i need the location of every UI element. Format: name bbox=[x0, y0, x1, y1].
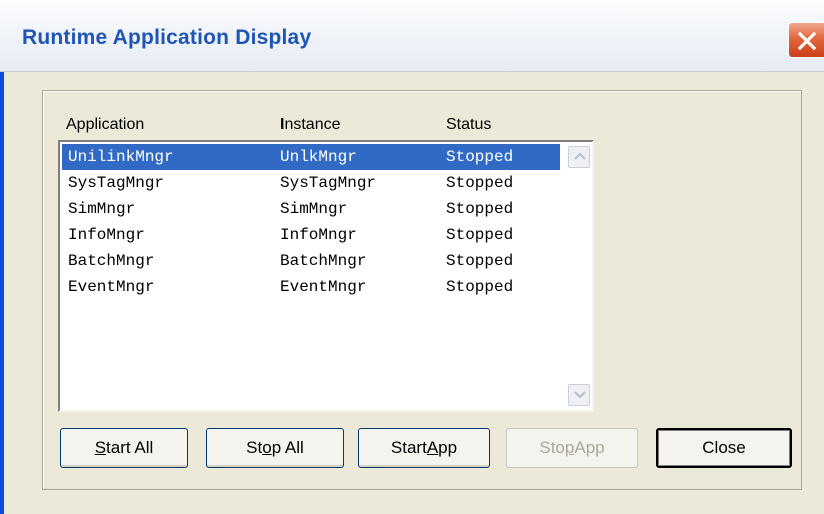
cell-application: BatchMngr bbox=[68, 252, 155, 270]
close-button[interactable]: Close bbox=[656, 428, 792, 468]
cell-application: SimMngr bbox=[68, 200, 136, 218]
stop-app-label-post: App bbox=[574, 438, 605, 457]
column-header-instance: Instance bbox=[280, 116, 341, 134]
close-icon[interactable] bbox=[788, 22, 824, 58]
start-app-mnemonic: A bbox=[426, 438, 439, 457]
cell-instance: InfoMngr bbox=[280, 226, 357, 244]
scroll-up-button[interactable] bbox=[568, 146, 590, 168]
start-app-label-post: pp bbox=[438, 438, 458, 457]
stop-all-mnemonic: o bbox=[262, 438, 272, 457]
cell-status: Stopped bbox=[446, 174, 514, 192]
cell-instance: SimMngr bbox=[280, 200, 348, 218]
stop-app-mnemonic: p bbox=[564, 438, 575, 457]
start-all-mnemonic: S bbox=[94, 438, 107, 457]
start-app-label-pre: Start bbox=[390, 438, 427, 457]
runtime-application-window: Runtime Application Display Application … bbox=[0, 0, 824, 514]
list-item[interactable]: EventMngr EventMngr Stopped bbox=[62, 274, 560, 300]
window-title: Runtime Application Display bbox=[22, 26, 312, 49]
list-item[interactable]: BatchMngr BatchMngr Stopped bbox=[62, 248, 560, 274]
cell-instance: SysTagMngr bbox=[280, 174, 377, 192]
start-app-button[interactable]: Start App bbox=[358, 428, 490, 468]
column-header-instance-rest: nstance bbox=[284, 116, 341, 133]
cell-status: Stopped bbox=[446, 278, 514, 296]
list-item[interactable]: SimMngr SimMngr Stopped bbox=[62, 196, 560, 222]
list-item[interactable]: InfoMngr InfoMngr Stopped bbox=[62, 222, 560, 248]
chevron-down-icon bbox=[574, 391, 586, 399]
cell-status: Stopped bbox=[446, 226, 514, 244]
start-all-label-rest: tart All bbox=[106, 438, 154, 457]
application-listbox[interactable]: UnilinkMngr UnlkMngr Stopped SysTagMngr SysT… bbox=[58, 140, 594, 412]
scroll-down-button[interactable] bbox=[568, 384, 590, 406]
cell-instance: EventMngr bbox=[280, 278, 367, 296]
cell-instance: UnlkMngr bbox=[280, 148, 357, 166]
stop-all-label-pre: St bbox=[246, 438, 263, 457]
column-header-status: Status bbox=[446, 116, 492, 133]
vertical-scrollbar[interactable] bbox=[566, 142, 592, 410]
column-header-application: Application bbox=[66, 116, 145, 133]
cell-application: InfoMngr bbox=[68, 226, 145, 244]
cell-status: Stopped bbox=[446, 200, 514, 218]
chevron-up-icon bbox=[574, 152, 586, 160]
cell-application: SysTagMngr bbox=[68, 174, 165, 192]
cell-application: EventMngr bbox=[68, 278, 155, 296]
window-left-border bbox=[0, 72, 4, 514]
title-bar[interactable]: Runtime Application Display bbox=[0, 0, 824, 72]
stop-app-label-pre: Sto bbox=[539, 438, 565, 457]
cell-status: Stopped bbox=[446, 148, 514, 166]
cell-status: Stopped bbox=[446, 252, 514, 270]
start-all-button[interactable]: Start All bbox=[60, 428, 188, 468]
stop-app-button[interactable]: Sto p App bbox=[506, 428, 638, 468]
cell-application: UnilinkMngr bbox=[68, 148, 174, 166]
cell-instance: BatchMngr bbox=[280, 252, 367, 270]
stop-all-button[interactable]: St o p All bbox=[206, 428, 344, 468]
stop-all-label-post: p All bbox=[271, 438, 304, 457]
list-item[interactable]: SysTagMngr SysTagMngr Stopped bbox=[62, 170, 560, 196]
list-item[interactable]: UnilinkMngr UnlkMngr Stopped bbox=[62, 144, 560, 170]
